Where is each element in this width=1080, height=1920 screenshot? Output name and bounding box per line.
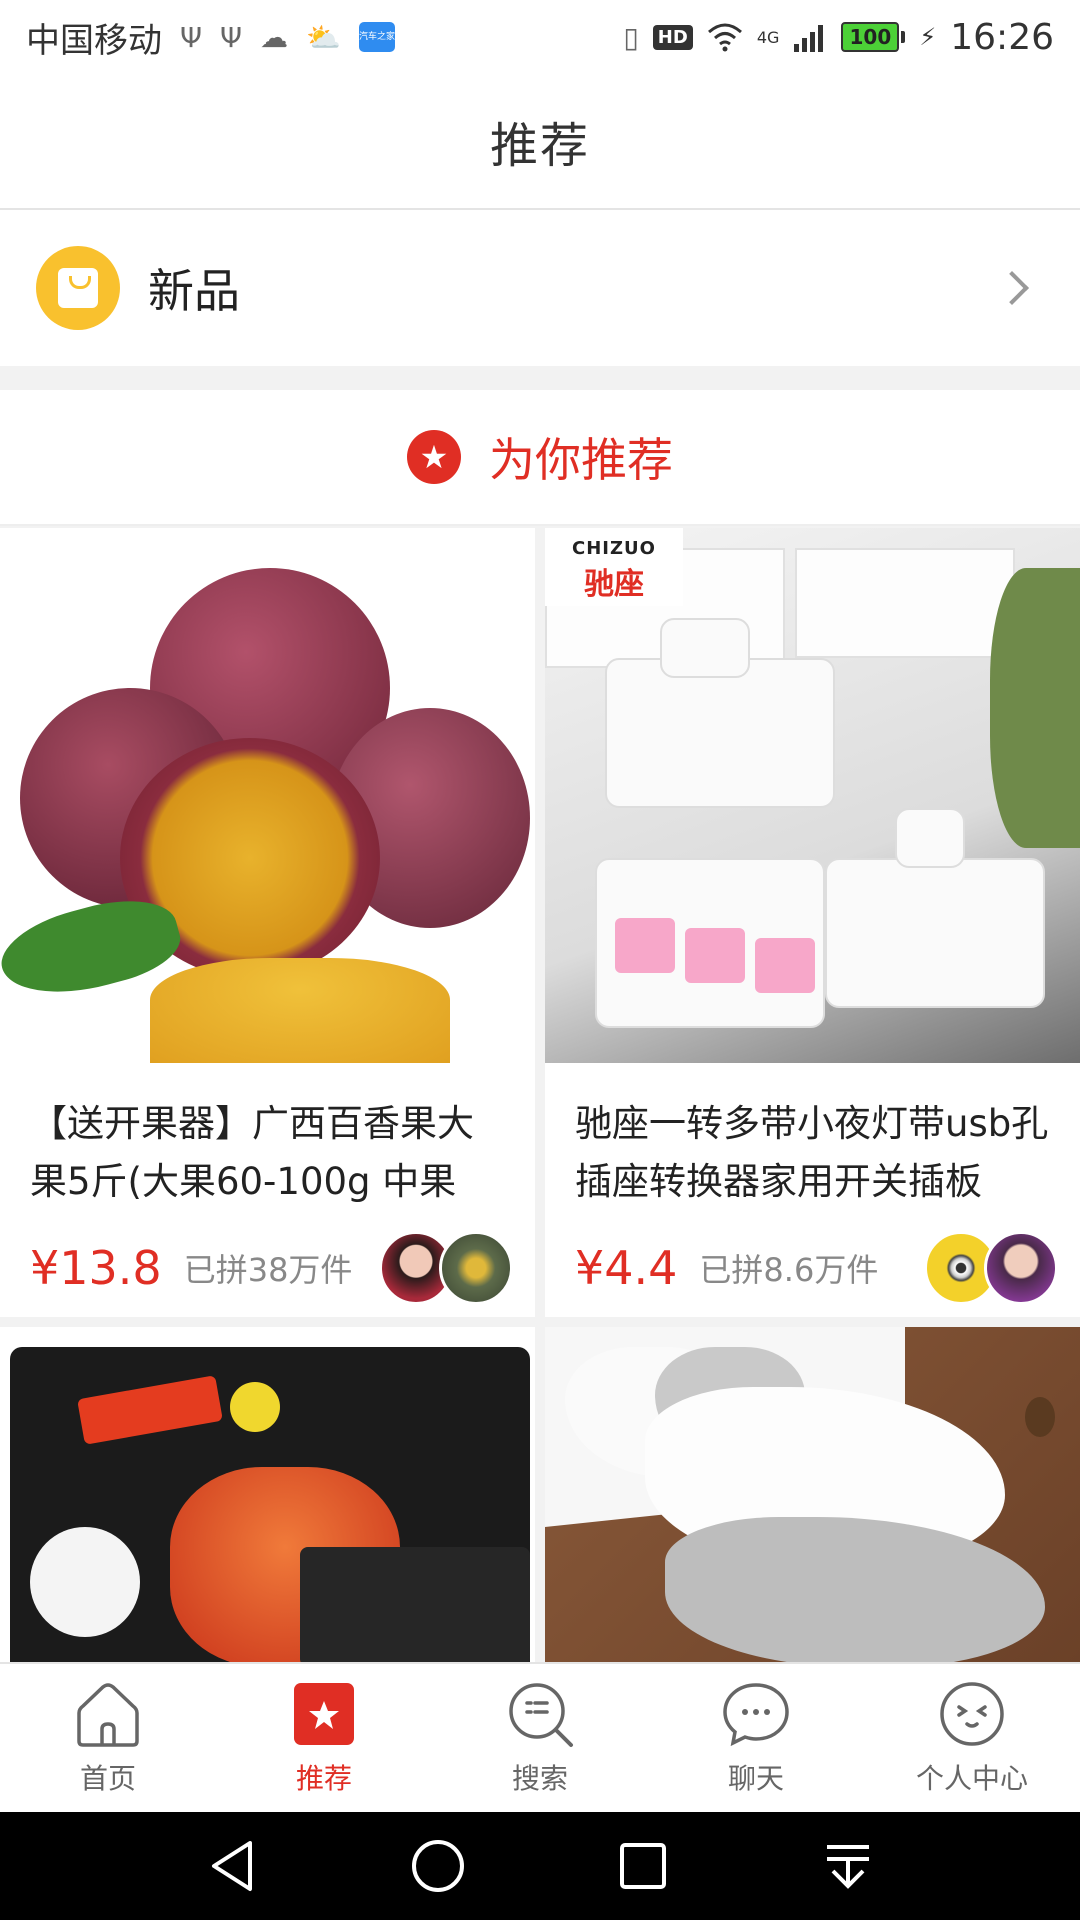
- carrier-name: 中国移动: [26, 20, 162, 61]
- product-meta: ¥4.4 已拼8.6万件: [545, 1219, 1080, 1317]
- tab-label: 个人中心: [915, 1762, 1028, 1795]
- weather-partly-cloudy-icon: ⛅: [306, 20, 341, 54]
- battery-icon: 100: [841, 22, 906, 52]
- avatar: [439, 1231, 513, 1305]
- tab-recommend[interactable]: 推荐: [216, 1664, 432, 1812]
- product-card[interactable]: 【送开果器】广西百香果大果5斤(大果60-100g 中果 ¥13.8 已拼38万…: [0, 528, 535, 1317]
- clock: 16:26: [950, 16, 1054, 58]
- hd-badge: HD: [652, 24, 693, 50]
- shopping-bag-icon: [36, 246, 120, 330]
- product-meta: ¥13.8 已拼38万件: [0, 1219, 535, 1317]
- product-sold-count: 已拼38万件: [183, 1251, 353, 1289]
- brand-logo: CHIZUO 驰座: [545, 528, 683, 606]
- product-card[interactable]: [0, 1327, 535, 1662]
- profile-icon: [937, 1679, 1007, 1749]
- tab-chat[interactable]: 聊天: [648, 1664, 864, 1812]
- page-title: 推荐: [489, 118, 590, 174]
- page-header: 推荐: [0, 74, 1080, 210]
- avatar: [984, 1231, 1058, 1305]
- search-icon: [505, 1679, 575, 1749]
- product-image: [0, 528, 535, 1063]
- product-sold-count: 已拼8.6万件: [699, 1251, 879, 1289]
- back-icon[interactable]: [203, 1836, 263, 1896]
- bottom-tab-bar: 首页 推荐 搜索 聊天 个人中心: [0, 1662, 1080, 1812]
- tab-label: 聊天: [727, 1762, 784, 1795]
- tab-profile[interactable]: 个人中心: [864, 1664, 1080, 1812]
- buyer-avatars: [924, 1231, 1058, 1305]
- new-products-label: 新品: [148, 264, 240, 318]
- home-circle-icon[interactable]: [408, 1836, 468, 1896]
- product-card[interactable]: CHIZUO 驰座 驰座一转多带小夜灯带usb孔插座转换器家用开关插板 ¥4.4…: [545, 528, 1080, 1317]
- recommend-title: 为你推荐: [489, 433, 673, 487]
- usb-icon: Ψ: [180, 20, 203, 54]
- status-bar: 中国移动 Ψ Ψ ☁ ⛅ 汽车之家 ▯ HD 4G 100 ⚡ 16:26: [0, 0, 1080, 74]
- notification-pull-icon[interactable]: [818, 1836, 878, 1896]
- chevron-right-icon: [995, 271, 1029, 305]
- wifi-icon: [707, 23, 742, 52]
- star-icon: ★: [407, 430, 461, 484]
- product-price: ¥13.8: [30, 1241, 162, 1295]
- app-notification-icon: 汽车之家: [358, 22, 395, 52]
- product-image: [0, 1327, 535, 1662]
- product-title: 驰座一转多带小夜灯带usb孔插座转换器家用开关插板: [575, 1102, 1049, 1203]
- recents-icon[interactable]: [613, 1836, 673, 1896]
- product-image: CHIZUO 驰座: [545, 528, 1080, 1063]
- weather-cloud-icon: ☁: [260, 20, 289, 54]
- usb-icon-2: Ψ: [220, 20, 243, 54]
- tab-label: 推荐: [295, 1762, 352, 1795]
- tab-search[interactable]: 搜索: [432, 1664, 648, 1812]
- new-products-entry[interactable]: 新品: [0, 210, 1080, 366]
- signal-icon: [794, 25, 824, 52]
- product-price: ¥4.4: [575, 1241, 678, 1295]
- product-image: [545, 1327, 1080, 1662]
- charging-icon: ⚡: [919, 23, 937, 51]
- product-card[interactable]: [545, 1327, 1080, 1662]
- vibrate-icon: ▯: [623, 20, 639, 54]
- system-nav-bar: [0, 1812, 1080, 1920]
- home-icon: [73, 1679, 143, 1749]
- battery-level: 100: [841, 22, 900, 52]
- network-type: 4G: [756, 27, 780, 47]
- chat-icon: [721, 1679, 791, 1749]
- tab-label: 搜索: [511, 1762, 568, 1795]
- recommend-icon: [289, 1679, 359, 1749]
- tab-home[interactable]: 首页: [0, 1664, 216, 1812]
- buyer-avatars: [379, 1231, 513, 1305]
- tab-label: 首页: [79, 1762, 136, 1795]
- recommend-section-header: ★ 为你推荐: [0, 390, 1080, 526]
- product-title: 【送开果器】广西百香果大果5斤(大果60-100g 中果: [30, 1102, 474, 1203]
